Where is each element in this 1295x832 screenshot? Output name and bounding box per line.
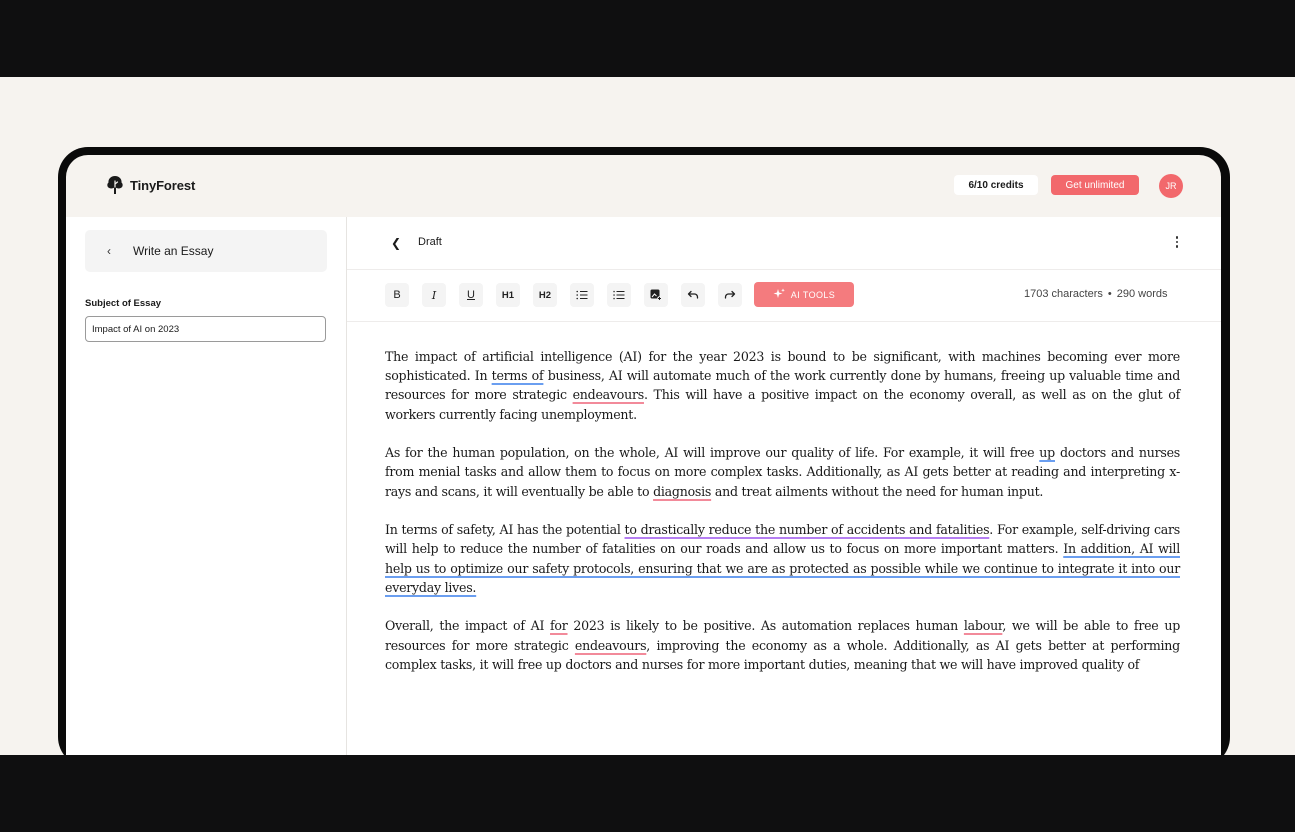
top-letterbox [0,0,1295,77]
draft-title: Draft [418,236,442,248]
essay-body[interactable]: The impact of artificial intelligence (A… [385,347,1180,693]
suggestion-highlight-red: endeavours [574,637,647,653]
back-card-label: Write an Essay [133,244,214,258]
essay-text: and treat ailments without the need for … [711,483,1044,499]
suggestion-highlight-red: endeavours [572,387,645,403]
essay-paragraph: In terms of safety, AI has the potential… [385,520,1180,597]
sparkles-icon [773,288,785,302]
app-screen: TinyForest 6/10 credits Get unlimited JR… [66,155,1221,759]
formatting-toolbar: B I U H1 H2 AI TOOLS 1703 characters • 2… [347,270,1221,322]
essay-paragraph: The impact of artificial intelligence (A… [385,347,1180,424]
essay-text: 2023 is likely to be positive. As automa… [567,618,964,634]
tablet-frame: TinyForest 6/10 credits Get unlimited JR… [58,147,1230,767]
logo[interactable]: TinyForest [106,175,195,195]
app-name: TinyForest [130,177,196,193]
suggestion-highlight-purple: to drastically reduce the number of acci… [624,522,990,538]
credits-badge: 6/10 credits [954,175,1038,195]
suggestion-highlight-red: for [550,618,568,634]
italic-button[interactable]: I [422,283,446,307]
essay-paragraph: Overall, the impact of AI for 2023 is li… [385,616,1180,674]
italic-label: I [431,288,437,302]
character-count: 1703 characters [1024,288,1103,300]
sidebar: ‹ Write an Essay Subject of Essay [66,217,346,759]
bold-button[interactable]: B [385,283,409,307]
undo-icon[interactable] [681,283,705,307]
redo-icon[interactable] [718,283,742,307]
suggestion-highlight-blue: terms of [491,368,544,384]
back-to-essay-button[interactable]: ‹ Write an Essay [85,230,327,272]
essay-text: In terms of safety, AI has the potential [385,522,625,538]
subject-input[interactable] [85,316,326,342]
user-avatar[interactable]: JR [1159,174,1183,198]
chevron-left-icon: ‹ [107,244,111,258]
word-count: 290 words [1116,288,1168,300]
essay-text: As for the human population, on the whol… [385,445,1040,461]
suggestion-highlight-blue: up [1039,445,1055,461]
more-options-icon[interactable] [1172,234,1182,250]
bold-label: B [393,289,401,301]
image-add-icon[interactable] [644,283,668,307]
essay-text: Overall, the impact of AI [385,618,551,634]
tree-logo-icon [106,175,124,195]
numbered-list-icon[interactable] [570,283,594,307]
heading2-button[interactable]: H2 [533,283,557,307]
draft-bar: ❮ Draft [347,217,1221,270]
h1-label: H1 [501,289,515,301]
subject-label: Subject of Essay [85,298,162,309]
suggestion-highlight-red: diagnosis [653,483,712,499]
editor-panel: ❮ Draft B I U H1 H2 AI TOOLS 1703 charac… [347,217,1221,759]
get-unlimited-button[interactable]: Get unlimited [1051,175,1139,195]
suggestion-highlight-red: labour [963,618,1003,634]
draft-back-icon[interactable]: ❮ [391,236,401,250]
bullet-list-icon[interactable] [607,283,631,307]
h2-label: H2 [538,289,552,301]
ai-tools-button[interactable]: AI TOOLS [754,282,854,307]
underline-button[interactable]: U [459,283,483,307]
count-separator: • [1107,288,1112,300]
app-header: TinyForest 6/10 credits Get unlimited JR [66,155,1221,217]
bottom-letterbox [0,755,1295,832]
text-counts: 1703 characters • 290 words [1024,288,1168,300]
heading1-button[interactable]: H1 [496,283,520,307]
essay-paragraph: As for the human population, on the whol… [385,443,1180,501]
underline-label: U [467,289,475,301]
ai-tools-label: AI TOOLS [790,289,836,300]
